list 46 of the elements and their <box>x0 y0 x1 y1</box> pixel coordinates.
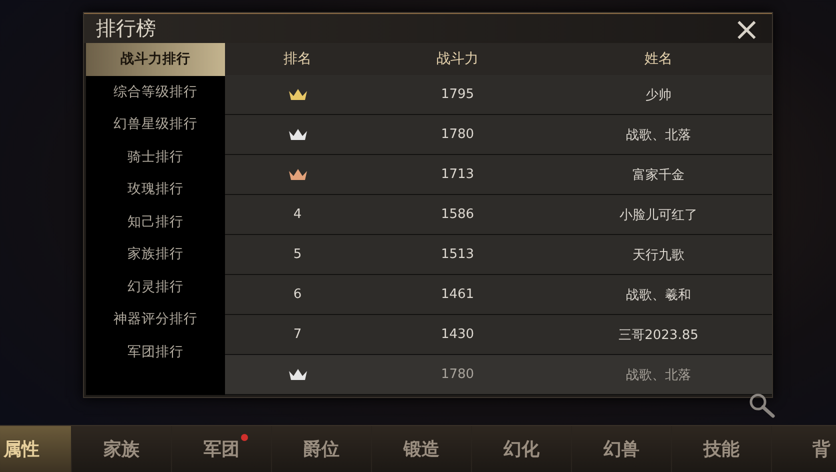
power-cell: 1780 <box>440 367 474 382</box>
category-tab[interactable]: 知己排行 <box>86 206 225 238</box>
rank-cell: 4 <box>293 207 302 222</box>
name-cell-text: 富家千金 <box>632 166 684 184</box>
nav-tab[interactable]: 爵位 <box>272 426 372 472</box>
category-tab[interactable]: 战斗力排行 <box>86 43 225 76</box>
column-header: 战斗力 <box>436 50 478 68</box>
rank-cell: 6 <box>293 287 302 302</box>
name-cell-text: 天行九歌 <box>632 246 684 264</box>
dialog-title: 排行榜 <box>96 15 156 42</box>
power-cell: 1795 <box>440 87 474 102</box>
name-cell-text: 战歌、羲和 <box>626 286 691 304</box>
category-tab[interactable]: 家族排行 <box>86 238 225 270</box>
name-cell-text: 小脸儿可红了 <box>620 206 698 224</box>
category-tab[interactable]: 神器评分排行 <box>86 303 225 336</box>
nav-tab[interactable]: 幻兽 <box>572 426 672 472</box>
category-tab[interactable]: 综合等级排行 <box>86 76 225 108</box>
nav-tab[interactable]: 军团 <box>172 426 272 472</box>
name-cell-text: 三哥2023.85 <box>618 326 698 344</box>
nav-tab[interactable]: 背 <box>772 426 836 472</box>
power-cell: 1780 <box>440 127 474 142</box>
nav-tab[interactable]: 锻造 <box>372 426 472 472</box>
category-tab[interactable]: 骑士排行 <box>86 140 225 173</box>
nav-tab[interactable]: 幻化 <box>472 426 572 472</box>
name-cell-text: 战歌、北落 <box>626 126 691 144</box>
power-cell: 1513 <box>440 247 474 262</box>
nav-tab[interactable]: 属性 <box>0 426 72 472</box>
category-tab[interactable]: 幻灵排行 <box>86 270 225 303</box>
rank-cell: 7 <box>293 327 302 342</box>
power-cell: 1430 <box>440 327 474 342</box>
nav-tab[interactable]: 家族 <box>72 426 172 472</box>
power-cell: 1713 <box>440 167 474 182</box>
ranking-row[interactable]: 1780 战歌、北落 <box>225 355 772 395</box>
rank-cell: 5 <box>293 247 302 262</box>
nav-tab[interactable]: 技能 <box>672 426 772 472</box>
power-cell: 1586 <box>440 207 474 222</box>
search-icon[interactable] <box>748 392 776 418</box>
column-header: 姓名 <box>644 50 672 68</box>
column-header: 排名 <box>284 50 312 68</box>
category-tab[interactable]: 幻兽星级排行 <box>86 108 225 140</box>
name-cell-text: 少帅 <box>646 86 672 104</box>
category-tab[interactable]: 军团排行 <box>86 336 225 368</box>
name-cell-text: 战歌、北落 <box>626 366 691 384</box>
power-cell: 1461 <box>440 287 474 302</box>
category-tab[interactable]: 玫瑰排行 <box>86 173 225 206</box>
close-button[interactable]: × <box>729 14 764 42</box>
